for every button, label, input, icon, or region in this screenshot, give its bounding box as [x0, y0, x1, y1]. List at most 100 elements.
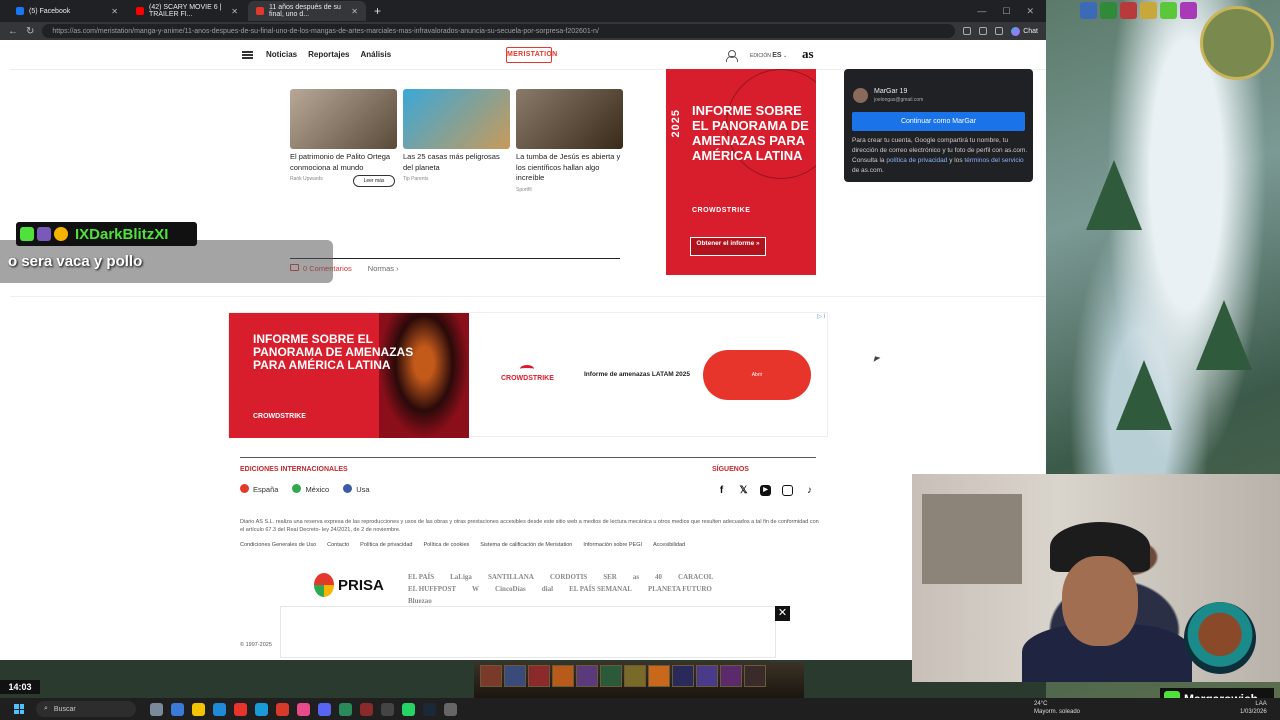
reload-icon[interactable]: ↻: [26, 26, 34, 37]
ability-icon[interactable]: [504, 665, 526, 687]
footer-link[interactable]: Contacto: [327, 542, 349, 548]
edition-espana[interactable]: España: [240, 484, 278, 494]
edge-beta-icon[interactable]: [255, 702, 268, 716]
app-icon[interactable]: [339, 702, 352, 716]
back-icon[interactable]: ←: [8, 26, 18, 37]
hero-icon[interactable]: [1180, 2, 1197, 19]
obs-icon[interactable]: [444, 702, 457, 716]
ability-icon[interactable]: [576, 665, 598, 687]
ability-icon[interactable]: [528, 665, 550, 687]
ability-icon[interactable]: [696, 665, 718, 687]
whatsapp-icon[interactable]: [402, 702, 415, 716]
brand-logo[interactable]: as: [633, 573, 639, 581]
youtube-icon[interactable]: ▶: [760, 485, 771, 496]
brand-logo[interactable]: CORDOTIS: [550, 573, 587, 581]
brand-logo[interactable]: EL PAÍS SEMANAL: [569, 585, 632, 593]
edition-usa[interactable]: Usa: [343, 484, 370, 494]
close-icon[interactable]: ✕: [111, 7, 118, 16]
terms-link[interactable]: términos del servicio: [964, 157, 1023, 164]
side-ad[interactable]: 2025 INFORME SOBRE EL PANORAMA DE AMENAZ…: [666, 69, 816, 275]
app-icon[interactable]: [360, 702, 373, 716]
continue-as-button[interactable]: Continuar como MarGar: [852, 112, 1025, 131]
nav-reportajes[interactable]: Reportajes: [308, 50, 349, 59]
tab-meristation[interactable]: 11 años después de su final, uno d... ✕: [248, 1, 366, 21]
hero-icon[interactable]: [1080, 2, 1097, 19]
minimize-icon[interactable]: —: [977, 6, 986, 17]
brand-logo[interactable]: Bluezao: [408, 597, 432, 605]
footer-link[interactable]: Política de privacidad: [360, 542, 412, 548]
ability-icon[interactable]: [624, 665, 646, 687]
brand-logo[interactable]: PLANETA FUTURO: [648, 585, 712, 593]
ability-icon[interactable]: [480, 665, 502, 687]
ability-icon[interactable]: [744, 665, 766, 687]
footer-link[interactable]: Política de cookies: [423, 542, 469, 548]
brand-logo[interactable]: SER: [603, 573, 617, 581]
app-icon[interactable]: [276, 702, 289, 716]
brand-logo[interactable]: 40: [655, 573, 662, 581]
meristation-logo[interactable]: MERISTATION: [506, 47, 557, 63]
language-indicator[interactable]: LAA: [1240, 700, 1266, 708]
hero-icon[interactable]: [1100, 2, 1117, 19]
extension-icon[interactable]: [963, 27, 972, 35]
copilot-app-icon[interactable]: [171, 702, 184, 716]
edition-selector[interactable]: EDICIÓN ES ⌄: [750, 52, 787, 59]
ad-cta-button[interactable]: Obtener el informe »: [690, 237, 766, 256]
taskview-icon[interactable]: [150, 702, 163, 716]
brand-logo[interactable]: SANTILLANA: [488, 573, 534, 581]
brand-logo[interactable]: dial: [542, 585, 553, 593]
game-minimap[interactable]: [1200, 6, 1274, 80]
abrir-button[interactable]: Abrir: [703, 350, 811, 400]
facebook-icon[interactable]: f: [716, 485, 727, 496]
close-icon[interactable]: ✕: [231, 7, 238, 16]
app-icon[interactable]: [381, 702, 394, 716]
related-card[interactable]: Las 25 casas más peligrosas del planeta …: [403, 89, 510, 193]
instagram-icon[interactable]: [782, 485, 793, 496]
privacy-link[interactable]: política de privacidad: [886, 157, 947, 164]
nav-noticias[interactable]: Noticias: [266, 50, 297, 59]
ability-icon[interactable]: [720, 665, 742, 687]
nav-analisis[interactable]: Análisis: [360, 50, 391, 59]
tab-facebook[interactable]: (5) Facebook ✕: [8, 1, 126, 21]
hero-icon[interactable]: [1140, 2, 1157, 19]
menu-icon[interactable]: [242, 51, 253, 59]
normas-link[interactable]: Normas ›: [368, 264, 399, 273]
footer-link[interactable]: Información sobre PEGI: [583, 542, 642, 548]
related-card[interactable]: La tumba de Jesús es abierta y los cient…: [516, 89, 623, 193]
adchoices-icon[interactable]: ▷ i: [817, 313, 825, 320]
edition-mexico[interactable]: México: [292, 484, 329, 494]
footer-link[interactable]: Sistema de calificación de Meristation: [480, 542, 572, 548]
as-logo[interactable]: as: [802, 46, 814, 62]
weather-widget[interactable]: 24°C Mayorm. soleado: [1034, 700, 1080, 716]
app-icon[interactable]: [297, 702, 310, 716]
brand-logo[interactable]: EL PAÍS: [408, 573, 434, 581]
favorites-icon[interactable]: [979, 27, 988, 35]
hero-icon[interactable]: [1160, 2, 1177, 19]
ability-icon[interactable]: [672, 665, 694, 687]
chrome-icon[interactable]: [234, 702, 247, 716]
brand-logo[interactable]: LaLiga: [450, 573, 472, 581]
brand-logo[interactable]: CARACOL: [678, 573, 713, 581]
ability-icon[interactable]: [552, 665, 574, 687]
tab-youtube[interactable]: (42) SCARY MOVIE 6 | TRAILER FI... ✕: [128, 1, 246, 21]
brand-logo[interactable]: CincoDías: [495, 585, 526, 593]
taskbar-search[interactable]: ⌕ Buscar: [36, 701, 136, 717]
prisa-logo[interactable]: PRISA: [314, 573, 384, 597]
brand-logo[interactable]: W: [472, 585, 479, 593]
file-explorer-icon[interactable]: [192, 702, 205, 716]
collections-icon[interactable]: [995, 27, 1004, 35]
hero-icon[interactable]: [1120, 2, 1137, 19]
close-window-icon[interactable]: ✕: [1026, 6, 1034, 17]
footer-link[interactable]: Accesibilidad: [653, 542, 685, 548]
brand-logo[interactable]: EL HUFFPOST: [408, 585, 456, 593]
taskbar-clock[interactable]: LAA 1/03/2026: [1240, 700, 1267, 716]
leer-mas-button[interactable]: Leer más: [353, 175, 395, 187]
close-icon[interactable]: ✕: [351, 7, 358, 16]
sticky-ad-slot[interactable]: [280, 606, 776, 658]
ability-icon[interactable]: [600, 665, 622, 687]
banner-ad[interactable]: INFORME SOBRE EL PANORAMA DE AMENAZAS PA…: [228, 312, 828, 438]
new-tab-button[interactable]: +: [368, 4, 387, 18]
edge-icon[interactable]: [213, 702, 226, 716]
discord-icon[interactable]: [318, 702, 331, 716]
tiktok-icon[interactable]: ♪: [804, 485, 815, 496]
copilot-button[interactable]: Chat: [1011, 26, 1038, 36]
